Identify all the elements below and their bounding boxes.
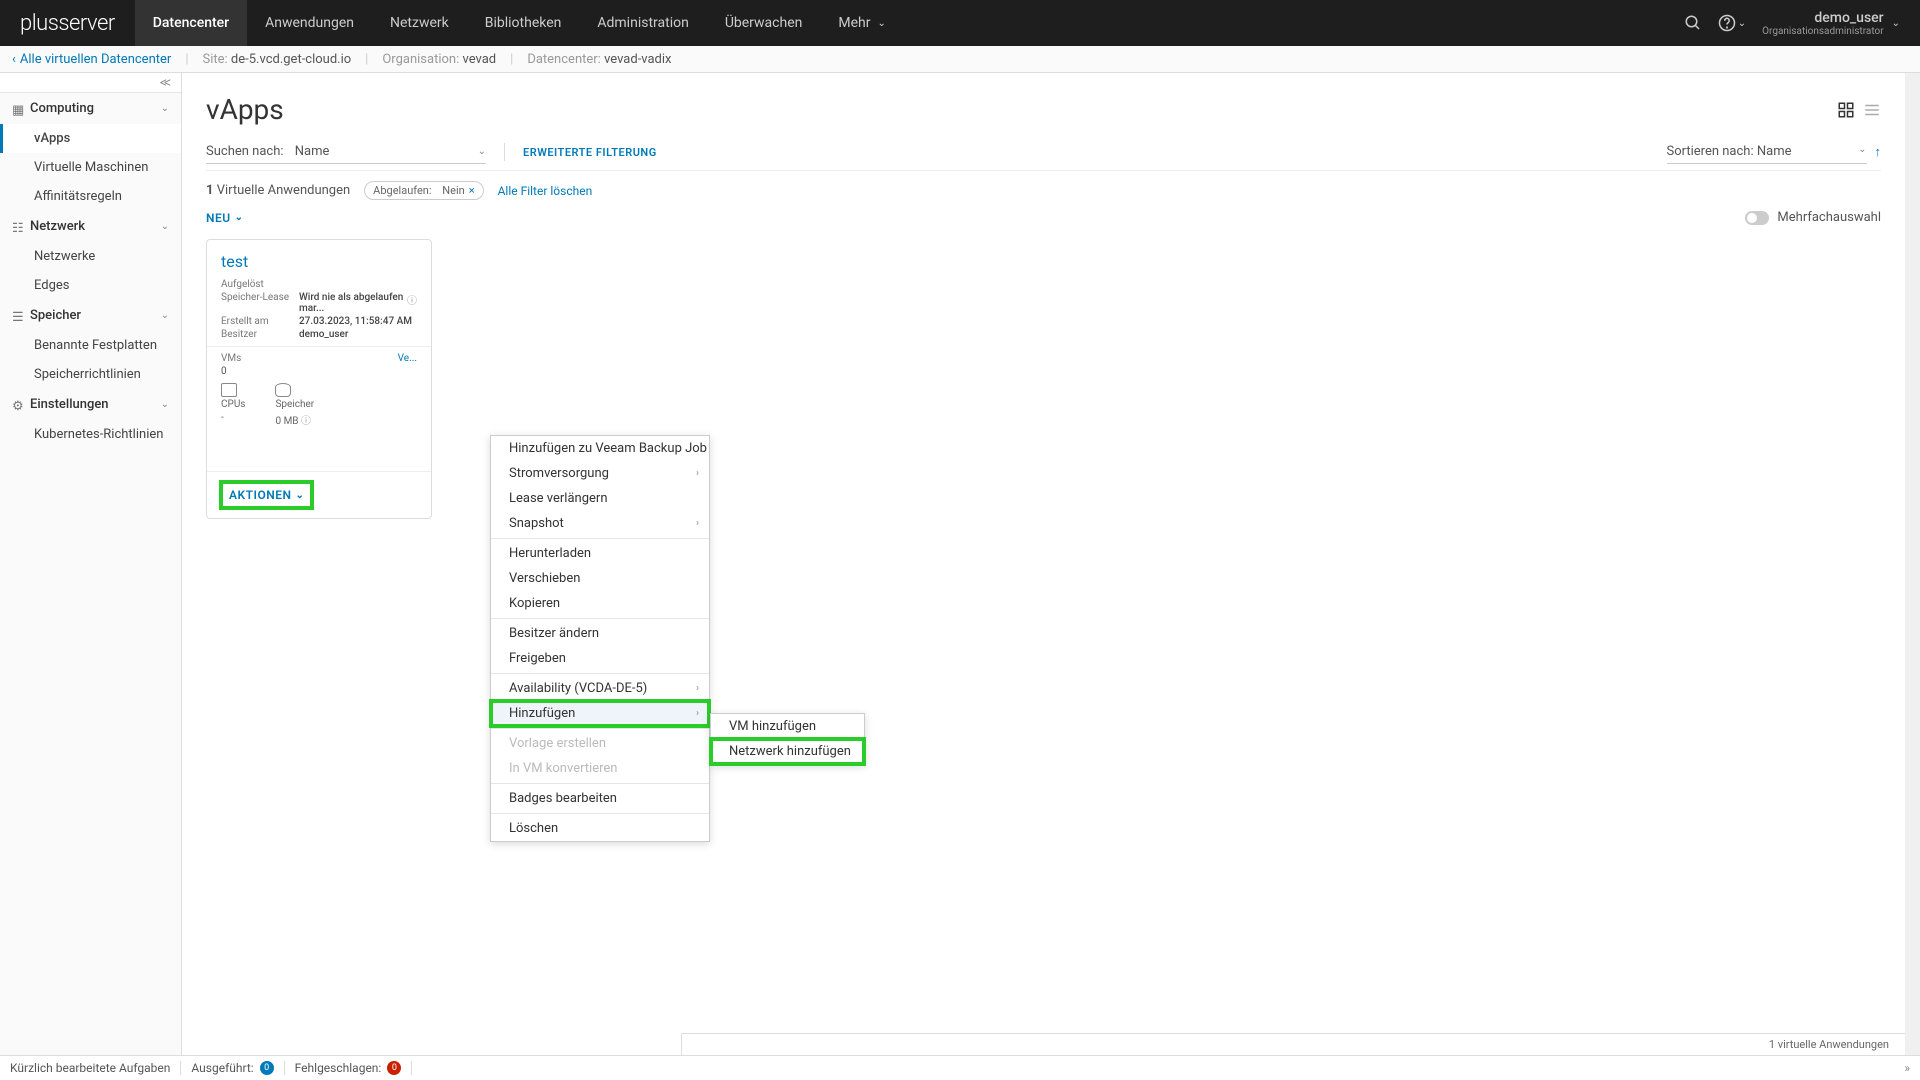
menu-item[interactable]: Freigeben [491,646,709,671]
chevron-down-icon: ⌄ [295,490,304,501]
status-bar: Kürzlich bearbeitete Aufgaben Ausgeführt… [0,1055,1920,1080]
nav-administration[interactable]: Administration [579,0,706,46]
chevron-down-icon: ⌄ [1858,144,1866,159]
gear-icon: ⚙ [12,399,24,411]
chevron-down-icon: ⌄ [161,310,169,321]
sidebar-group-computing[interactable]: ▦ Computing⌄ [0,93,181,124]
menu-item[interactable]: Stromversorgung› [491,461,709,486]
grid-icon: ▦ [12,103,24,115]
sidebar-group-einstellungen[interactable]: ⚙ Einstellungen⌄ [0,389,181,420]
nav-ueberwachen[interactable]: Überwachen [707,0,821,46]
neu-button[interactable]: NEU ⌄ [206,211,244,225]
menu-item[interactable]: Verschieben [491,566,709,591]
menu-item[interactable]: Besitzer ändern [491,621,709,646]
multiselect-label: Mehrfachauswahl [1777,210,1881,225]
content-area: vApps Suchen nach: Name ⌄ ERWEITERTE FIL… [182,73,1906,1055]
menu-item[interactable]: Löschen [491,816,709,841]
vapp-title-link[interactable]: test [221,252,417,271]
help-icon[interactable]: ⌄ [1718,14,1746,32]
chevron-down-icon: ⌄ [161,399,169,410]
network-icon: ☷ [12,221,24,233]
menu-item: Vorlage erstellen [491,731,709,756]
chevron-down-icon: ⌄ [161,221,169,232]
sort-by-select[interactable]: Sortieren nach: Name ⌄ [1667,140,1867,164]
menu-item[interactable]: Badges bearbeiten [491,786,709,811]
nav-mehr[interactable]: Mehr ⌄ [820,0,903,46]
chevron-right-icon: › [696,518,699,529]
menu-item[interactable]: Hinzufügen› [491,701,709,726]
vapp-card: test Aufgelöst Speicher-LeaseWird nie al… [206,239,432,519]
sidebar-item-edges[interactable]: Edges [0,271,181,300]
sidebar-group-speicher[interactable]: ☰ Speicher⌄ [0,300,181,331]
nav-anwendungen[interactable]: Anwendungen [247,0,372,46]
menu-item[interactable]: Hinzufügen zu Veeam Backup Job [491,436,709,461]
nav-bibliotheken[interactable]: Bibliotheken [467,0,580,46]
info-icon[interactable]: ⓘ [407,292,417,314]
vms-link[interactable]: Ve... [398,353,417,364]
chevron-right-icon: › [696,683,699,694]
search-icon[interactable] [1684,14,1702,32]
chevron-right-icon: › [696,708,699,719]
nav-netzwerk[interactable]: Netzwerk [372,0,467,46]
sidebar-item-k8s[interactable]: Kubernetes-Richtlinien [0,420,181,449]
menu-item[interactable]: Kopieren [491,591,709,616]
multiselect-toggle[interactable] [1745,211,1769,225]
memory-icon [275,383,291,397]
info-icon[interactable]: ⓘ [301,416,311,427]
chevron-down-icon: ⌄ [478,146,486,157]
recent-tasks[interactable]: Kürzlich bearbeitete Aufgaben [10,1061,181,1075]
grid-view-icon[interactable] [1837,101,1855,119]
expand-tasks-icon[interactable]: » [1904,1061,1910,1075]
brand-logo: plusserver [0,11,135,36]
clear-filters-link[interactable]: Alle Filter löschen [498,184,593,198]
sidebar-item-vms[interactable]: Virtuelle Maschinen [0,153,181,182]
menu-item[interactable]: Availability (VCDA-DE-5)› [491,676,709,701]
search-by-select[interactable]: Suchen nach: Name ⌄ [206,140,486,164]
chevron-down-icon: ⌄ [235,212,244,223]
sidebar-item-netzwerke[interactable]: Netzwerke [0,242,181,271]
nav-datencenter[interactable]: Datencenter [135,0,247,46]
breadcrumb-back[interactable]: ‹ Alle virtuellen Datencenter [12,52,171,67]
footer-count: 1 virtuelle Anwendungen [681,1033,1905,1055]
menu-item[interactable]: Snapshot› [491,511,709,536]
chevron-down-icon: ⌄ [161,103,169,114]
user-menu[interactable]: demo_user Organisationsadministrator ⌄ [1762,10,1900,37]
topnav-items: Datencenter Anwendungen Netzwerk Bibliot… [135,0,904,46]
advanced-filtering-link[interactable]: ERWEITERTE FILTERUNG [523,146,657,159]
failed-tasks: Fehlgeschlagen: 0 [295,1061,413,1075]
menu-item[interactable]: Lease verlängern [491,486,709,511]
cpu-icon [221,383,237,397]
submenu-item[interactable]: VM hinzufügen [711,714,864,739]
submenu-item[interactable]: Netzwerk hinzufügen [711,739,864,764]
breadcrumb: ‹ Alle virtuellen Datencenter | Site: de… [0,46,1920,73]
running-tasks: Ausgeführt: 0 [191,1061,284,1075]
sidebar-item-affinity[interactable]: Affinitätsregeln [0,182,181,211]
user-name: demo_user [1762,10,1883,26]
menu-item[interactable]: Herunterladen [491,541,709,566]
list-view-icon[interactable] [1863,101,1881,119]
collapse-sidebar-icon[interactable]: ≪ [159,76,171,89]
sort-asc-icon[interactable]: ↑ [1875,144,1882,160]
aktionen-button[interactable]: AKTIONEN ⌄ [221,482,312,508]
sidebar: ≪ ▦ Computing⌄ vApps Virtuelle Maschinen… [0,73,182,1055]
sidebar-item-disks[interactable]: Benannte Festplatten [0,331,181,360]
sidebar-group-netzwerk[interactable]: ☷ Netzwerk⌄ [0,211,181,242]
scrollbar[interactable] [1906,73,1920,1055]
filter-chip-abgelaufen: Abgelaufen: Nein × [364,181,483,200]
sidebar-item-storage-policies[interactable]: Speicherrichtlinien [0,360,181,389]
hinzufuegen-submenu: VM hinzufügenNetzwerk hinzufügen [710,713,865,765]
chevron-left-icon: ‹ [12,52,16,67]
user-role: Organisationsadministrator [1762,26,1883,37]
menu-item: In VM konvertieren [491,756,709,781]
chevron-down-icon: ⌄ [877,18,885,29]
storage-icon: ☰ [12,310,24,322]
aktionen-menu: Hinzufügen zu Veeam Backup JobStromverso… [490,435,710,842]
page-title: vApps [206,93,284,126]
sidebar-item-vapps[interactable]: vApps [0,124,181,153]
close-icon[interactable]: × [469,184,475,197]
chevron-right-icon: › [696,468,699,479]
top-nav: plusserver Datencenter Anwendungen Netzw… [0,0,1920,46]
chevron-down-icon: ⌄ [1892,18,1900,29]
